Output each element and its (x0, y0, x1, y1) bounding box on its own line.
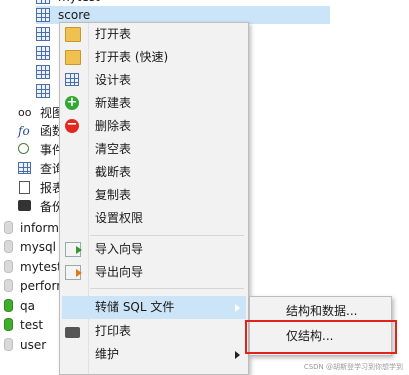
submenu-arrow-icon (235, 351, 240, 359)
tree-item-label: user (20, 338, 47, 352)
menu-item-label: 新建表 (95, 96, 132, 110)
submenu-arrow-icon (235, 304, 240, 312)
backup-icon (18, 200, 31, 211)
table-icon (36, 84, 50, 98)
query-icon (18, 162, 31, 174)
menu-item-open-table[interactable]: 打开表 (62, 23, 246, 46)
menu-item-label: 打开表 (95, 27, 132, 41)
table-icon (36, 8, 50, 22)
menu-item-label: 导入向导 (95, 242, 144, 256)
context-menu: 打开表 打开表 (快速) 设计表 + 新建表 − 删除表 清空表 截断表 复制表… (59, 22, 249, 375)
import-wizard-icon (65, 242, 82, 257)
menu-item-open-table-fast[interactable]: 打开表 (快速) (62, 46, 246, 69)
tree-item-label: mytest (20, 260, 62, 274)
table-icon (36, 0, 50, 4)
menu-item-label: 打开表 (快速) (95, 50, 169, 64)
annotation-highlight-box (245, 320, 397, 354)
menu-item-label: 复制表 (95, 188, 132, 202)
print-icon (65, 327, 80, 338)
menu-item-empty-table[interactable]: 清空表 (62, 138, 246, 161)
tree-item-label: mysql (20, 240, 56, 254)
menu-separator (90, 288, 244, 289)
menu-item-truncate-table[interactable]: 截断表 (62, 161, 246, 184)
menu-item-import-wizard[interactable]: 导入向导 (62, 238, 246, 261)
folder-open-fast-icon (65, 50, 81, 65)
watermark: CSDN @胡斯登学习到你想学到 (303, 363, 403, 371)
report-icon (19, 181, 30, 194)
menu-item-export-wizard[interactable]: 导出向导 (62, 261, 246, 284)
menu-item-copy-table[interactable]: 复制表 (62, 184, 246, 207)
menu-item-set-permissions[interactable]: 设置权限 (62, 207, 246, 230)
table-icon (36, 65, 50, 79)
menu-item-label: 设置权限 (95, 211, 144, 225)
export-wizard-icon (65, 265, 82, 280)
database-icon (4, 221, 13, 234)
table-icon (36, 46, 50, 60)
database-icon (4, 279, 13, 292)
menu-item-label: 清空表 (95, 142, 132, 156)
menu-item-label: 转储 SQL 文件 (95, 300, 175, 314)
event-icon (18, 143, 29, 154)
function-icon: fo (18, 124, 30, 138)
menu-item-delete-table[interactable]: − 删除表 (62, 115, 246, 138)
database-icon (4, 318, 13, 331)
tree-item-label: test (20, 318, 44, 332)
menu-item-label: 维护 (95, 347, 120, 361)
database-icon (4, 299, 13, 312)
menu-item-label: 删除表 (95, 119, 132, 133)
menu-item-label: 设计表 (95, 73, 132, 87)
menu-item-maintenance[interactable]: 维护 (62, 343, 246, 366)
menu-item-label: 导出向导 (95, 265, 144, 279)
database-icon (4, 338, 13, 351)
menu-item-dump-sql-file[interactable]: 转储 SQL 文件 (62, 296, 246, 319)
table-icon (36, 27, 50, 41)
database-icon (4, 260, 13, 273)
menu-item-design-table[interactable]: 设计表 (62, 69, 246, 92)
design-table-icon (65, 73, 79, 86)
menu-item-label: 截断表 (95, 165, 132, 179)
menu-item-new-table[interactable]: + 新建表 (62, 92, 246, 115)
database-icon (4, 240, 13, 253)
delete-table-icon: − (65, 117, 79, 133)
folder-open-icon (65, 27, 81, 42)
menu-item-print-table[interactable]: 打印表 (62, 320, 246, 343)
menu-item-label: 打印表 (95, 324, 132, 338)
add-table-icon: + (65, 95, 79, 110)
menu-separator (90, 235, 244, 236)
view-icon: oo (18, 106, 32, 119)
tree-item-label: qa (20, 299, 35, 313)
